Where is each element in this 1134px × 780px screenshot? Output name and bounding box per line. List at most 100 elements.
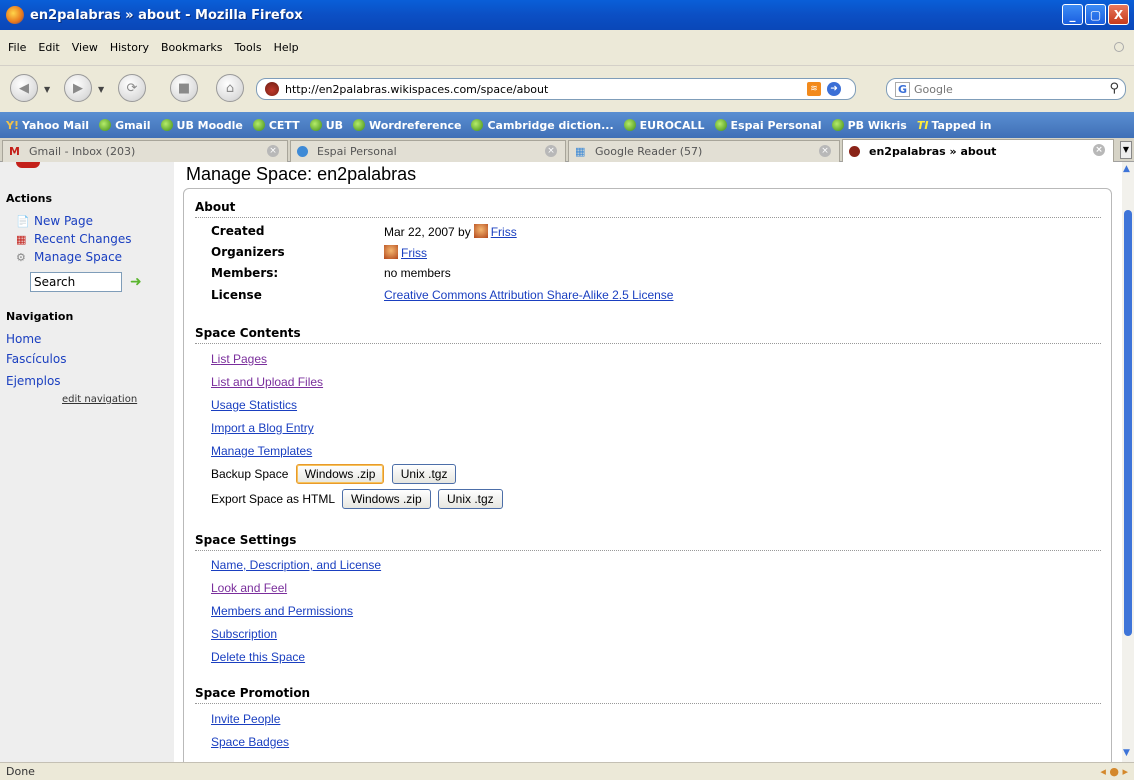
globe-icon	[353, 119, 366, 131]
backup-unix-tgz-button[interactable]: Unix .tgz	[391, 464, 457, 484]
rss-feed-icon[interactable]: ≋	[807, 82, 821, 96]
close-window-button[interactable]: X	[1108, 4, 1129, 25]
page-title: Manage Space: en2palabras	[186, 164, 417, 184]
forward-history-dropdown-icon[interactable]: ▼	[98, 85, 104, 94]
creator-user-link[interactable]: Friss	[491, 225, 517, 239]
menu-help[interactable]: Help	[274, 41, 299, 54]
nav-link-home[interactable]: Home	[6, 332, 41, 346]
address-bar[interactable]: http://en2palabras.wikispaces.com/space/…	[256, 78, 856, 100]
members-permissions-link[interactable]: Members and Permissions	[211, 604, 353, 618]
list-upload-files-link[interactable]: List and Upload Files	[211, 375, 323, 389]
close-tab-icon[interactable]: ×	[819, 145, 831, 157]
manage-space-link[interactable]: Manage Space	[34, 250, 122, 264]
bookmarks-toolbar: Y! Yahoo Mail Gmail UB Moodle CETT UB Wor…	[0, 112, 1134, 138]
menu-edit[interactable]: Edit	[38, 41, 59, 54]
recent-changes-link[interactable]: Recent Changes	[34, 232, 131, 246]
web-search-bar[interactable]: G ⚲	[886, 78, 1126, 100]
list-pages-link[interactable]: List Pages	[211, 352, 267, 366]
import-blog-entry-link[interactable]: Import a Blog Entry	[211, 421, 314, 435]
tab-label: en2palabras » about	[869, 145, 997, 158]
vertical-scrollbar[interactable]: ▲ ▼	[1122, 162, 1134, 762]
new-page-link[interactable]: New Page	[34, 214, 93, 228]
name-description-license-link[interactable]: Name, Description, and License	[211, 558, 381, 572]
delete-space-link[interactable]: Delete this Space	[211, 650, 305, 664]
organizers-value: Friss	[384, 245, 427, 260]
bookmark-gmail[interactable]: Gmail	[99, 118, 151, 132]
search-magnifier-icon[interactable]: ⚲	[1109, 81, 1119, 96]
globe-icon	[623, 119, 636, 131]
close-tab-icon[interactable]: ×	[545, 145, 557, 157]
bookmark-yahoo-mail[interactable]: Y! Yahoo Mail	[6, 119, 89, 132]
tab-list-dropdown-icon[interactable]: ▼	[1120, 141, 1132, 159]
sidebar-search-input[interactable]	[30, 272, 122, 292]
site-favicon-icon	[849, 145, 863, 158]
search-input[interactable]	[914, 82, 1085, 96]
menu-tools[interactable]: Tools	[234, 41, 261, 54]
tab-gmail[interactable]: M Gmail - Inbox (203) ×	[2, 140, 288, 162]
window-title-bar: en2palabras » about - Mozilla Firefox _ …	[0, 0, 1134, 30]
menu-file[interactable]: File	[8, 41, 26, 54]
usage-statistics-link[interactable]: Usage Statistics	[211, 398, 297, 412]
throbber-icon	[1114, 42, 1124, 52]
back-button[interactable]: ◀	[10, 74, 38, 102]
back-history-dropdown-icon[interactable]: ▼	[44, 85, 50, 94]
export-unix-tgz-button[interactable]: Unix .tgz	[437, 489, 503, 509]
members-value: no members	[384, 266, 451, 280]
look-and-feel-link[interactable]: Look and Feel	[211, 581, 287, 595]
scrollbar-thumb[interactable]	[1124, 210, 1132, 636]
tab-en2palabras[interactable]: en2palabras » about ×	[842, 139, 1114, 163]
maximize-button[interactable]: ▢	[1085, 4, 1106, 25]
bookmark-eurocall[interactable]: EUROCALL	[623, 118, 705, 132]
manage-templates-link[interactable]: Manage Templates	[211, 444, 312, 458]
gmail-icon: M	[9, 144, 20, 158]
actions-heading: Actions	[6, 192, 52, 205]
bookmark-label: Yahoo Mail	[21, 118, 90, 132]
space-badges-link[interactable]: Space Badges	[211, 735, 289, 749]
edit-navigation-link[interactable]: edit navigation	[62, 394, 137, 405]
bookmark-espai-personal[interactable]: Espai Personal	[714, 119, 822, 132]
bookmark-label: EUROCALL	[639, 118, 705, 132]
bookmark-cambridge[interactable]: Cambridge diction...	[471, 119, 614, 132]
stop-button[interactable]: ■	[170, 74, 198, 102]
organizer-user-link[interactable]: Friss	[401, 246, 427, 260]
nav-link-ejemplos[interactable]: Ejemplos	[6, 374, 61, 388]
bookmark-tapped-in[interactable]: TI Tapped in	[917, 119, 992, 132]
license-link[interactable]: Creative Commons Attribution Share-Alike…	[384, 288, 673, 302]
menu-bookmarks[interactable]: Bookmarks	[161, 41, 222, 54]
tab-label: Gmail - Inbox (203)	[29, 145, 136, 158]
google-engine-icon[interactable]: G	[895, 81, 911, 97]
reload-button[interactable]: ⟳	[118, 74, 146, 102]
bookmark-ub[interactable]: UB	[309, 119, 343, 132]
bookmark-cett[interactable]: CETT	[252, 119, 300, 132]
url-text[interactable]: http://en2palabras.wikispaces.com/space/…	[285, 83, 548, 96]
scroll-up-icon[interactable]: ▲	[1123, 164, 1130, 174]
minimize-button[interactable]: _	[1062, 4, 1083, 25]
tab-google-reader[interactable]: ▦ Google Reader (57) ×	[568, 140, 840, 162]
bookmark-label: Gmail	[115, 118, 151, 132]
bookmark-ub-moodle[interactable]: UB Moodle	[160, 119, 243, 132]
backup-windows-zip-button[interactable]: Windows .zip	[295, 464, 385, 484]
bookmark-label: PB Wikris	[847, 118, 907, 132]
close-tab-icon[interactable]: ×	[267, 145, 279, 157]
export-windows-zip-button[interactable]: Windows .zip	[341, 489, 431, 509]
tab-espai-personal[interactable]: Espai Personal ×	[290, 140, 566, 162]
menu-view[interactable]: View	[72, 41, 98, 54]
close-tab-icon[interactable]: ×	[1093, 144, 1105, 156]
nav-link-fasciculos[interactable]: Fascículos	[6, 352, 66, 366]
globe-icon	[160, 119, 173, 131]
status-addon-icon[interactable]: ◂ ● ▸	[1100, 763, 1128, 780]
space-contents-heading: Space Contents	[195, 326, 1101, 344]
menu-history[interactable]: History	[110, 41, 149, 54]
invite-people-link[interactable]: Invite People	[211, 712, 280, 726]
scroll-down-icon[interactable]: ▼	[1123, 748, 1130, 758]
go-arrow-icon[interactable]: ➜	[827, 82, 841, 96]
bookmark-wordreference[interactable]: Wordreference	[353, 119, 461, 132]
bookmark-pb-wikris[interactable]: PB Wikris	[831, 118, 907, 132]
sidebar: Actions 📄 New Page ▦ Recent Changes ⚙ Ma…	[0, 162, 174, 762]
navigation-heading: Navigation	[6, 310, 74, 323]
forward-button[interactable]: ▶	[64, 74, 92, 102]
home-button[interactable]: ⌂	[216, 74, 244, 102]
subscription-link[interactable]: Subscription	[211, 627, 277, 641]
back-arrow-icon: ◀	[19, 80, 29, 96]
go-arrow-icon[interactable]: ➜	[130, 274, 142, 290]
